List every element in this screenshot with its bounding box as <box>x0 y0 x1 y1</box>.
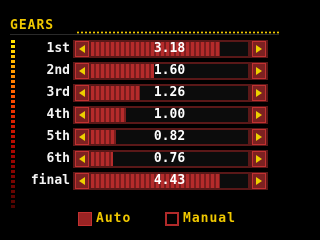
left-arrow-icon <box>79 89 85 97</box>
side-level-meter <box>11 40 15 210</box>
meter-segment <box>11 155 15 158</box>
meter-segment <box>11 85 15 88</box>
increase-button[interactable] <box>252 85 266 101</box>
auto-checkbox[interactable] <box>78 212 92 226</box>
meter-segment <box>11 90 15 93</box>
meter-segment <box>11 140 15 143</box>
meter-segment <box>11 180 15 183</box>
meter-segment <box>11 95 15 98</box>
meter-segment <box>11 190 15 193</box>
left-arrow-icon <box>79 67 85 75</box>
gear-ratio-value: 3.18 <box>153 41 186 56</box>
meter-segment <box>11 45 15 48</box>
gears-title: GEARS <box>10 18 55 33</box>
gear-ratio-value: 0.82 <box>153 129 186 144</box>
increase-button[interactable] <box>252 63 266 79</box>
meter-segment <box>11 50 15 53</box>
meter-segment <box>11 100 15 103</box>
auto-label: Auto <box>96 211 132 226</box>
gear-ratio-control: 0.82 <box>73 128 268 146</box>
meter-segment <box>11 200 15 203</box>
manual-checkbox[interactable] <box>165 212 179 226</box>
decrease-button[interactable] <box>75 173 89 189</box>
right-arrow-icon <box>256 133 262 141</box>
gear-row: 2nd 1.60 <box>30 62 270 80</box>
gear-row: 1st 3.18 <box>30 40 270 58</box>
meter-segment <box>11 150 15 153</box>
decrease-button[interactable] <box>75 107 89 123</box>
gear-label: 5th <box>46 129 70 144</box>
decrease-button[interactable] <box>75 63 89 79</box>
meter-segment <box>11 205 15 208</box>
decrease-button[interactable] <box>75 41 89 57</box>
gear-row: final 4.43 <box>30 172 270 190</box>
gear-row: 3rd 1.26 <box>30 84 270 102</box>
title-divider <box>10 34 279 35</box>
right-arrow-icon <box>256 67 262 75</box>
meter-segment <box>11 60 15 63</box>
meter-segment <box>11 195 15 198</box>
gear-ratio-control: 1.60 <box>73 62 268 80</box>
meter-segment <box>11 75 15 78</box>
increase-button[interactable] <box>252 41 266 57</box>
increase-button[interactable] <box>252 107 266 123</box>
meter-segment <box>11 70 15 73</box>
gear-ratio-value: 1.00 <box>153 107 186 122</box>
left-arrow-icon <box>79 177 85 185</box>
left-arrow-icon <box>79 45 85 53</box>
gear-row: 6th 0.76 <box>30 150 270 168</box>
left-arrow-icon <box>79 133 85 141</box>
right-arrow-icon <box>256 45 262 53</box>
meter-segment <box>11 115 15 118</box>
decrease-button[interactable] <box>75 151 89 167</box>
right-arrow-icon <box>256 89 262 97</box>
meter-segment <box>11 40 15 43</box>
decrease-button[interactable] <box>75 85 89 101</box>
gear-ratio-value: 1.60 <box>153 63 186 78</box>
meter-segment <box>11 110 15 113</box>
left-arrow-icon <box>79 155 85 163</box>
increase-button[interactable] <box>252 129 266 145</box>
meter-segment <box>11 165 15 168</box>
increase-button[interactable] <box>252 173 266 189</box>
meter-segment <box>11 80 15 83</box>
meter-segment <box>11 170 15 173</box>
meter-segment <box>11 145 15 148</box>
left-arrow-icon <box>79 111 85 119</box>
meter-segment <box>11 120 15 123</box>
gear-label: final <box>30 173 70 188</box>
meter-segment <box>11 125 15 128</box>
gear-label: 1st <box>46 41 70 56</box>
meter-segment <box>11 160 15 163</box>
gear-ratio-list: 1st 3.18 2nd 1.60 3rd 1.26 4th 1.00 5th 0.82 6th 0.… <box>30 40 270 194</box>
meter-segment <box>11 65 15 68</box>
gear-label: 4th <box>46 107 70 122</box>
manual-label: Manual <box>183 211 236 226</box>
gear-row: 4th 1.00 <box>30 106 270 124</box>
right-arrow-icon <box>256 155 262 163</box>
gear-ratio-value: 4.43 <box>153 173 186 188</box>
decrease-button[interactable] <box>75 129 89 145</box>
gear-ratio-control: 4.43 <box>73 172 268 190</box>
meter-segment <box>11 55 15 58</box>
gear-label: 2nd <box>46 63 70 78</box>
gear-ratio-control: 0.76 <box>73 150 268 168</box>
meter-segment <box>11 185 15 188</box>
gear-ratio-control: 3.18 <box>73 40 268 58</box>
right-arrow-icon <box>256 111 262 119</box>
gear-ratio-control: 1.00 <box>73 106 268 124</box>
gear-label: 3rd <box>46 85 70 100</box>
gear-ratio-value: 0.76 <box>153 151 186 166</box>
increase-button[interactable] <box>252 151 266 167</box>
meter-segment <box>11 175 15 178</box>
meter-segment <box>11 105 15 108</box>
meter-segment <box>11 130 15 133</box>
right-arrow-icon <box>256 177 262 185</box>
gear-row: 5th 0.82 <box>30 128 270 146</box>
gear-label: 6th <box>46 151 70 166</box>
meter-segment <box>11 135 15 138</box>
gear-ratio-value: 1.26 <box>153 85 186 100</box>
gear-ratio-control: 1.26 <box>73 84 268 102</box>
